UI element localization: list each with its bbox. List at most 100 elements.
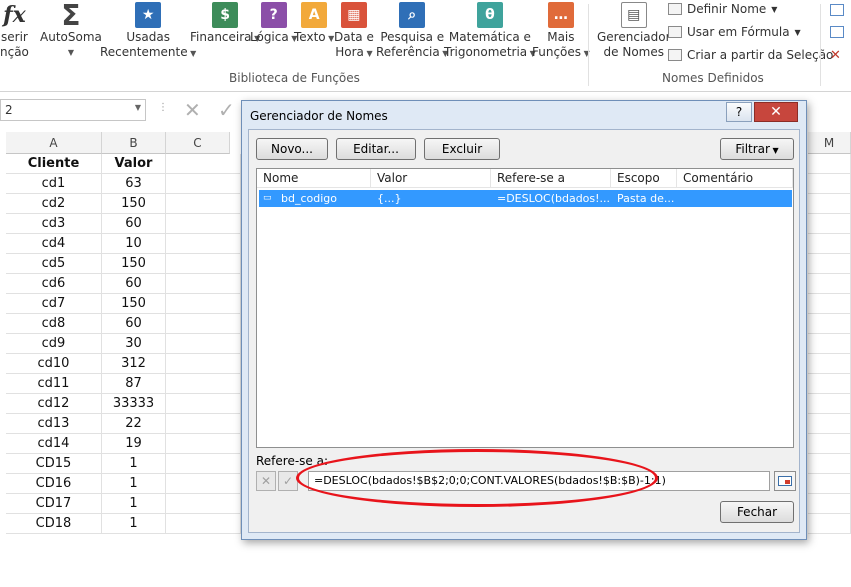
cell-m[interactable] — [808, 194, 851, 214]
define-name-button[interactable]: Definir Nome ▼ — [668, 2, 777, 16]
cell-a[interactable]: cd5 — [6, 254, 102, 274]
cell-b[interactable]: 1 — [102, 454, 166, 474]
list-header-refers[interactable]: Refere-se a — [491, 169, 611, 188]
help-button[interactable]: ? — [726, 102, 752, 122]
cell-m[interactable] — [808, 414, 851, 434]
column-header-m[interactable]: M — [808, 132, 851, 154]
cell-m[interactable] — [808, 254, 851, 274]
cell-b[interactable]: 10 — [102, 234, 166, 254]
cell-c[interactable] — [166, 394, 241, 414]
cell-m[interactable] — [808, 474, 851, 494]
cell-a[interactable]: CD15 — [6, 454, 102, 474]
cell-m[interactable] — [808, 454, 851, 474]
cell-c[interactable] — [166, 474, 241, 494]
cancel-edit-icon[interactable]: ✕ — [256, 471, 276, 491]
cell-c[interactable] — [166, 494, 241, 514]
cell-b[interactable]: 30 — [102, 334, 166, 354]
cell-m[interactable] — [808, 354, 851, 374]
cell-a[interactable]: cd1 — [6, 174, 102, 194]
cell-m[interactable] — [808, 334, 851, 354]
commit-edit-icon[interactable]: ✓ — [278, 471, 298, 491]
cell-a[interactable]: CD16 — [6, 474, 102, 494]
column-header-c[interactable]: C — [166, 132, 230, 154]
list-header-scope[interactable]: Escopo — [611, 169, 677, 188]
cell-m[interactable] — [808, 394, 851, 414]
cell-m[interactable] — [808, 294, 851, 314]
cell-m[interactable] — [808, 314, 851, 334]
cell-a[interactable]: cd12 — [6, 394, 102, 414]
cell-a[interactable]: CD17 — [6, 494, 102, 514]
cell-a[interactable]: cd9 — [6, 334, 102, 354]
cell-c[interactable] — [166, 414, 241, 434]
cell-m[interactable] — [808, 154, 851, 174]
name-manager-button[interactable]: ▤ Gerenciador de Nomes — [597, 2, 671, 60]
cell-b[interactable]: 60 — [102, 214, 166, 234]
column-header-b[interactable]: B — [102, 132, 166, 154]
trace-precedents-icon[interactable] — [830, 4, 844, 16]
close-button[interactable]: Fechar — [720, 501, 794, 523]
cell-a[interactable]: cd14 — [6, 434, 102, 454]
more-functions-button[interactable]: … Mais Funções ▼ — [532, 2, 590, 61]
enter-icon[interactable]: ✓ — [218, 100, 235, 120]
list-header-value[interactable]: Valor — [371, 169, 491, 188]
header-cell-cliente[interactable]: Cliente — [6, 154, 102, 174]
cell-b[interactable]: 22 — [102, 414, 166, 434]
cell-c[interactable] — [166, 274, 241, 294]
cell-b[interactable]: 87 — [102, 374, 166, 394]
cell-m[interactable] — [808, 494, 851, 514]
cell-c[interactable] — [166, 254, 241, 274]
header-cell-valor[interactable]: Valor — [102, 154, 166, 174]
cell-c[interactable] — [166, 214, 241, 234]
names-list[interactable]: Nome Valor Refere-se a Escopo Comentário… — [256, 168, 794, 448]
logical-button[interactable]: ? Lógica ▼ — [250, 2, 297, 46]
lookup-reference-button[interactable]: ⌕ Pesquisa e Referência ▼ — [376, 2, 448, 61]
cell-a[interactable]: cd10 — [6, 354, 102, 374]
math-trig-button[interactable]: θ Matemática e Trigonometria ▼ — [444, 2, 536, 61]
cell-c[interactable] — [166, 174, 241, 194]
cell-a[interactable]: cd2 — [6, 194, 102, 214]
filter-button[interactable]: Filtrar ▼ — [720, 138, 794, 160]
cell-b[interactable]: 150 — [102, 294, 166, 314]
cell-m[interactable] — [808, 214, 851, 234]
cell-b[interactable]: 150 — [102, 254, 166, 274]
cell-m[interactable] — [808, 514, 851, 534]
cell-b[interactable]: 60 — [102, 314, 166, 334]
cell-a[interactable]: CD18 — [6, 514, 102, 534]
text-button[interactable]: A Texto ▼ — [294, 2, 334, 46]
cell-m[interactable] — [808, 174, 851, 194]
cell-c[interactable] — [166, 454, 241, 474]
cell-c[interactable] — [166, 514, 241, 534]
edit-button[interactable]: Editar... — [336, 138, 416, 160]
cell-b[interactable]: 1 — [102, 474, 166, 494]
cell-c[interactable] — [166, 294, 241, 314]
cell-m[interactable] — [808, 374, 851, 394]
list-item[interactable]: ▭ bd_codigo {...} =DESLOC(bdados!... Pas… — [259, 190, 792, 207]
recently-used-button[interactable]: ★ Usadas Recentemente ▼ — [100, 2, 196, 61]
cell-a[interactable]: cd11 — [6, 374, 102, 394]
list-header-comment[interactable]: Comentário — [677, 169, 793, 188]
autosum-button[interactable]: Σ AutoSoma ▼ — [40, 1, 102, 60]
cell-b[interactable]: 63 — [102, 174, 166, 194]
cell-m[interactable] — [808, 434, 851, 454]
cell-b[interactable]: 312 — [102, 354, 166, 374]
cell-a[interactable]: cd13 — [6, 414, 102, 434]
cell-b[interactable]: 60 — [102, 274, 166, 294]
cell-a[interactable]: cd3 — [6, 214, 102, 234]
refers-to-input[interactable]: =DESLOC(bdados!$B$2;0;0;CONT.VALORES(bda… — [308, 471, 770, 491]
cell-m[interactable] — [808, 274, 851, 294]
cell-b[interactable]: 1 — [102, 494, 166, 514]
cell-c[interactable] — [166, 234, 241, 254]
delete-button[interactable]: Excluir — [424, 138, 500, 160]
cell-b[interactable]: 33333 — [102, 394, 166, 414]
cell-b[interactable]: 150 — [102, 194, 166, 214]
use-in-formula-button[interactable]: Usar em Fórmula ▼ — [668, 25, 801, 39]
cell-c[interactable] — [166, 154, 241, 174]
cell-c[interactable] — [166, 314, 241, 334]
new-button[interactable]: Novo... — [256, 138, 328, 160]
cell-a[interactable]: cd7 — [6, 294, 102, 314]
cell-c[interactable] — [166, 334, 241, 354]
trace-dependents-icon[interactable] — [830, 26, 844, 38]
cancel-icon[interactable]: ✕ — [184, 100, 201, 120]
cell-c[interactable] — [166, 194, 241, 214]
close-icon[interactable]: ✕ — [754, 102, 798, 122]
